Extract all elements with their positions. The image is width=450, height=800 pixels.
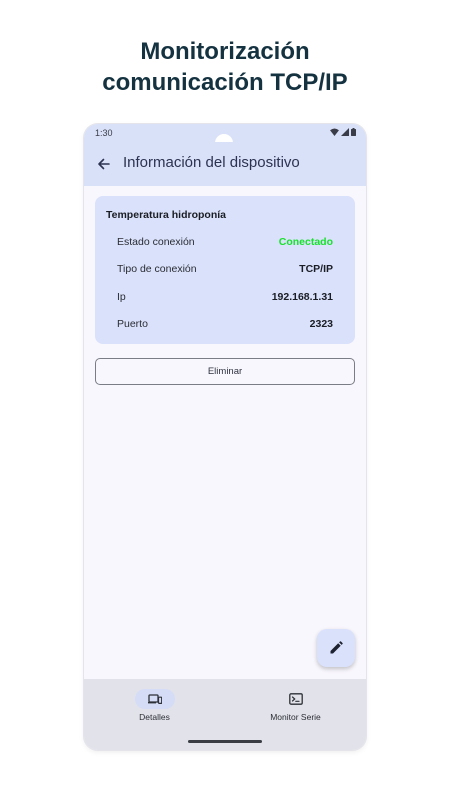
battery-icon: [351, 128, 356, 136]
device-info-card: Temperatura hidroponía Estado conexión C…: [95, 196, 355, 344]
home-indicator[interactable]: [188, 740, 262, 743]
promo-title-line2: comunicación TCP/IP: [102, 69, 348, 96]
info-row-connection-status: Estado conexión Conectado: [117, 236, 333, 250]
arrow-back-icon: [98, 158, 110, 170]
connection-type-value: TCP/IP: [299, 263, 333, 275]
terminal-icon: [288, 693, 303, 705]
nav-label: Detalles: [139, 712, 170, 722]
page-title: Información del dispositivo: [123, 154, 300, 171]
status-time: 1:30: [95, 128, 113, 138]
nav-item-monitor-serie[interactable]: Monitor Serie: [225, 679, 366, 739]
nav-item-detalles[interactable]: Detalles: [84, 679, 225, 739]
connection-status-value: Conectado: [278, 236, 333, 248]
nav-label: Monitor Serie: [270, 712, 321, 722]
delete-button[interactable]: Eliminar: [95, 358, 355, 385]
device-name: Temperatura hidroponía: [106, 209, 226, 221]
info-label: Estado conexión: [117, 236, 195, 248]
bottom-navigation: Detalles Monitor Serie: [84, 679, 366, 750]
info-label: Tipo de conexión: [117, 263, 197, 275]
promo-title-line1: Monitorización: [140, 38, 310, 65]
info-row-port: Puerto 2323: [117, 318, 333, 332]
port-value: 2323: [309, 318, 333, 330]
pencil-icon: [330, 641, 343, 654]
edit-fab[interactable]: [317, 629, 355, 667]
wifi-icon: [330, 128, 339, 136]
info-row-connection-type: Tipo de conexión TCP/IP: [117, 263, 333, 277]
status-icons: [330, 128, 356, 136]
phone-screen: 1:30 Información del dispositivo Tempera…: [84, 124, 366, 750]
devices-icon: [147, 694, 162, 704]
top-app-bar: Información del dispositivo: [84, 142, 366, 186]
back-button[interactable]: [94, 154, 114, 174]
ip-value: 192.168.1.31: [271, 291, 333, 303]
promo-title: Monitorización comunicación TCP/IP: [0, 36, 450, 98]
signal-icon: [341, 128, 349, 136]
info-row-ip: Ip 192.168.1.31: [117, 291, 333, 305]
info-label: Puerto: [117, 318, 148, 330]
info-label: Ip: [117, 291, 126, 303]
